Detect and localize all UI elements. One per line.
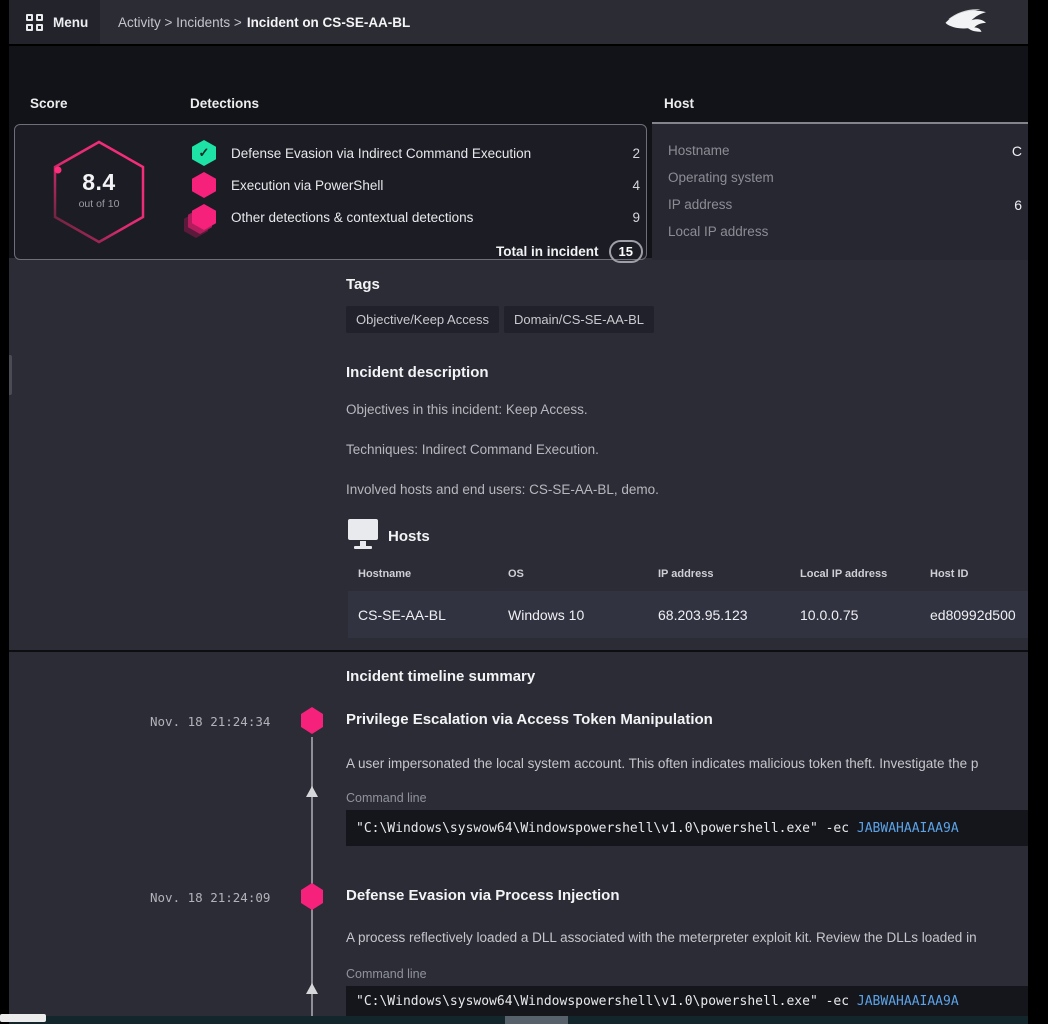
- technique-link[interactable]: Access Token Manipulation: [516, 711, 712, 728]
- host-row-label: Operating system: [668, 170, 774, 185]
- resolved-hexagon-check-icon: ✓: [191, 139, 217, 167]
- tags-heading: Tags: [346, 276, 380, 293]
- cell-hostname: CS-SE-AA-BL: [358, 607, 508, 623]
- detection-count: 2: [632, 146, 643, 161]
- command-text: "C:\Windows\syswow64\Windowspowershell\v…: [356, 821, 959, 836]
- column-header[interactable]: OS: [508, 568, 658, 580]
- detection-label: Defense Evasion via Indirect Command Exe…: [231, 146, 632, 161]
- host-row-ip: IP address 6: [652, 191, 1028, 218]
- column-header[interactable]: IP address: [658, 568, 800, 580]
- stacked-hexagons-icon: [191, 203, 217, 231]
- command-text: "C:\Windows\syswow64\Windowspowershell\v…: [356, 994, 959, 1009]
- menu-button[interactable]: Menu: [9, 0, 100, 44]
- tag-chip[interactable]: Objective/Keep Access: [346, 306, 499, 333]
- detection-row[interactable]: Execution via PowerShell 4: [191, 169, 643, 201]
- host-row-label: Hostname: [668, 143, 730, 158]
- score-caption: out of 10: [51, 198, 147, 210]
- command-line-label: Command line: [346, 967, 427, 981]
- encoded-command-text: JABWAHAAIAA9A: [857, 821, 959, 836]
- detection-hexagon-icon: [191, 171, 217, 199]
- host-row-value: C: [1012, 143, 1022, 159]
- technique-link[interactable]: Process Injection: [495, 887, 619, 904]
- command-line-block[interactable]: "C:\Windows\syswow64\Windowspowershell\v…: [346, 986, 1028, 1016]
- detections-column-header: Detections: [190, 96, 259, 111]
- breadcrumb-current: Incident on CS-SE-AA-BL: [247, 15, 411, 30]
- section-divider: [9, 650, 1028, 652]
- breadcrumb[interactable]: Activity > Incidents > Incident on CS-SE…: [118, 0, 410, 44]
- screen: Menu Activity > Incidents > Incident on …: [0, 0, 1048, 1024]
- cell-local-ip: 10.0.0.75: [800, 607, 930, 623]
- event-hexagon-marker[interactable]: [301, 883, 323, 910]
- total-count-badge: 15: [609, 240, 643, 263]
- total-label: Total in incident: [496, 244, 599, 259]
- event-description: A user impersonated the local system acc…: [346, 756, 1028, 771]
- column-header[interactable]: Local IP address: [800, 568, 930, 580]
- score-value: 8.4: [51, 169, 147, 196]
- timeline-line: [311, 737, 313, 1016]
- horizontal-scrollbar-thumb-left[interactable]: [0, 1014, 46, 1022]
- tag-list: Objective/Keep Access Domain/CS-SE-AA-BL: [346, 306, 654, 333]
- tag-chip[interactable]: Domain/CS-SE-AA-BL: [504, 306, 654, 333]
- crowdstrike-falcon-logo: [939, 4, 997, 40]
- detections-list: ✓ Defense Evasion via Indirect Command E…: [191, 137, 643, 269]
- total-in-incident-row: Total in incident 15: [191, 233, 643, 269]
- hosts-heading: Hosts: [388, 528, 430, 545]
- via-text: via: [470, 887, 491, 904]
- description-paragraph: Objectives in this incident: Keep Access…: [346, 402, 1028, 417]
- column-header[interactable]: Host ID: [930, 568, 1028, 580]
- host-column-header: Host: [664, 96, 694, 111]
- cell-os: Windows 10: [508, 607, 658, 623]
- score-column-header: Score: [30, 96, 68, 111]
- via-text: via: [492, 711, 513, 728]
- host-row-hostname: Hostname C: [652, 137, 1028, 164]
- score-hexagon: 8.4 out of 10: [51, 139, 147, 245]
- monitor-icon: [346, 516, 380, 552]
- summary-band: Score Detections Host: [9, 44, 1028, 258]
- host-panel: Hostname C Operating system IP address 6…: [652, 122, 1028, 260]
- menu-grid-icon: [26, 14, 43, 31]
- host-row-label: Local IP address: [668, 224, 768, 239]
- event-title: Privilege Escalation via Access Token Ma…: [346, 711, 1028, 728]
- cell-host-id: ed80992d500: [930, 607, 1028, 623]
- menu-label: Menu: [53, 15, 88, 30]
- hosts-table-header: Hostname OS IP address Local IP address …: [358, 568, 1028, 580]
- host-row-value: 6: [1014, 197, 1022, 213]
- tactic-link[interactable]: Privilege Escalation: [346, 711, 488, 728]
- breadcrumb-path[interactable]: Activity > Incidents >: [118, 15, 242, 30]
- encoded-command-text: JABWAHAAIAA9A: [857, 994, 959, 1009]
- detection-label: Other detections & contextual detections: [231, 210, 632, 225]
- collapsed-drawer-handle[interactable]: [9, 355, 12, 395]
- incident-page: Menu Activity > Incidents > Incident on …: [9, 0, 1028, 1016]
- incident-description-heading: Incident description: [346, 364, 489, 381]
- host-row-label: IP address: [668, 197, 732, 212]
- score-detections-panel: 8.4 out of 10 ✓ Defense Evasion via Indi…: [14, 124, 647, 260]
- description-paragraph: Involved hosts and end users: CS-SE-AA-B…: [346, 482, 1028, 497]
- description-paragraph: Techniques: Indirect Command Execution.: [346, 442, 1028, 457]
- host-row-local-ip: Local IP address: [652, 218, 1028, 245]
- detection-label: Execution via PowerShell: [231, 178, 632, 193]
- timeline-heading: Incident timeline summary: [346, 668, 535, 685]
- score-text: 8.4 out of 10: [51, 169, 147, 210]
- timeline-arrow-up-icon: [306, 786, 318, 797]
- tactic-link[interactable]: Defense Evasion: [346, 887, 466, 904]
- event-timestamp: Nov. 18 21:24:34: [150, 714, 270, 729]
- top-bar: Menu Activity > Incidents > Incident on …: [9, 0, 1028, 44]
- event-hexagon-marker[interactable]: [301, 707, 323, 734]
- command-line-label: Command line: [346, 791, 427, 805]
- column-header[interactable]: Hostname: [358, 568, 508, 580]
- detection-row[interactable]: ✓ Defense Evasion via Indirect Command E…: [191, 137, 643, 169]
- horizontal-scrollbar-thumb[interactable]: [505, 1016, 568, 1024]
- detection-count: 9: [632, 210, 643, 225]
- detection-row[interactable]: Other detections & contextual detections…: [191, 201, 643, 233]
- timeline-arrow-up-icon: [306, 983, 318, 994]
- command-line-block[interactable]: "C:\Windows\syswow64\Windowspowershell\v…: [346, 810, 1028, 846]
- host-row-os: Operating system: [652, 164, 1028, 191]
- hosts-table-row[interactable]: CS-SE-AA-BL Windows 10 68.203.95.123 10.…: [348, 591, 1028, 638]
- detection-count: 4: [632, 178, 643, 193]
- event-description: A process reflectively loaded a DLL asso…: [346, 930, 1028, 945]
- event-timestamp: Nov. 18 21:24:09: [150, 890, 270, 905]
- event-title: Defense Evasion via Process Injection: [346, 887, 1028, 904]
- cell-ip: 68.203.95.123: [658, 607, 800, 623]
